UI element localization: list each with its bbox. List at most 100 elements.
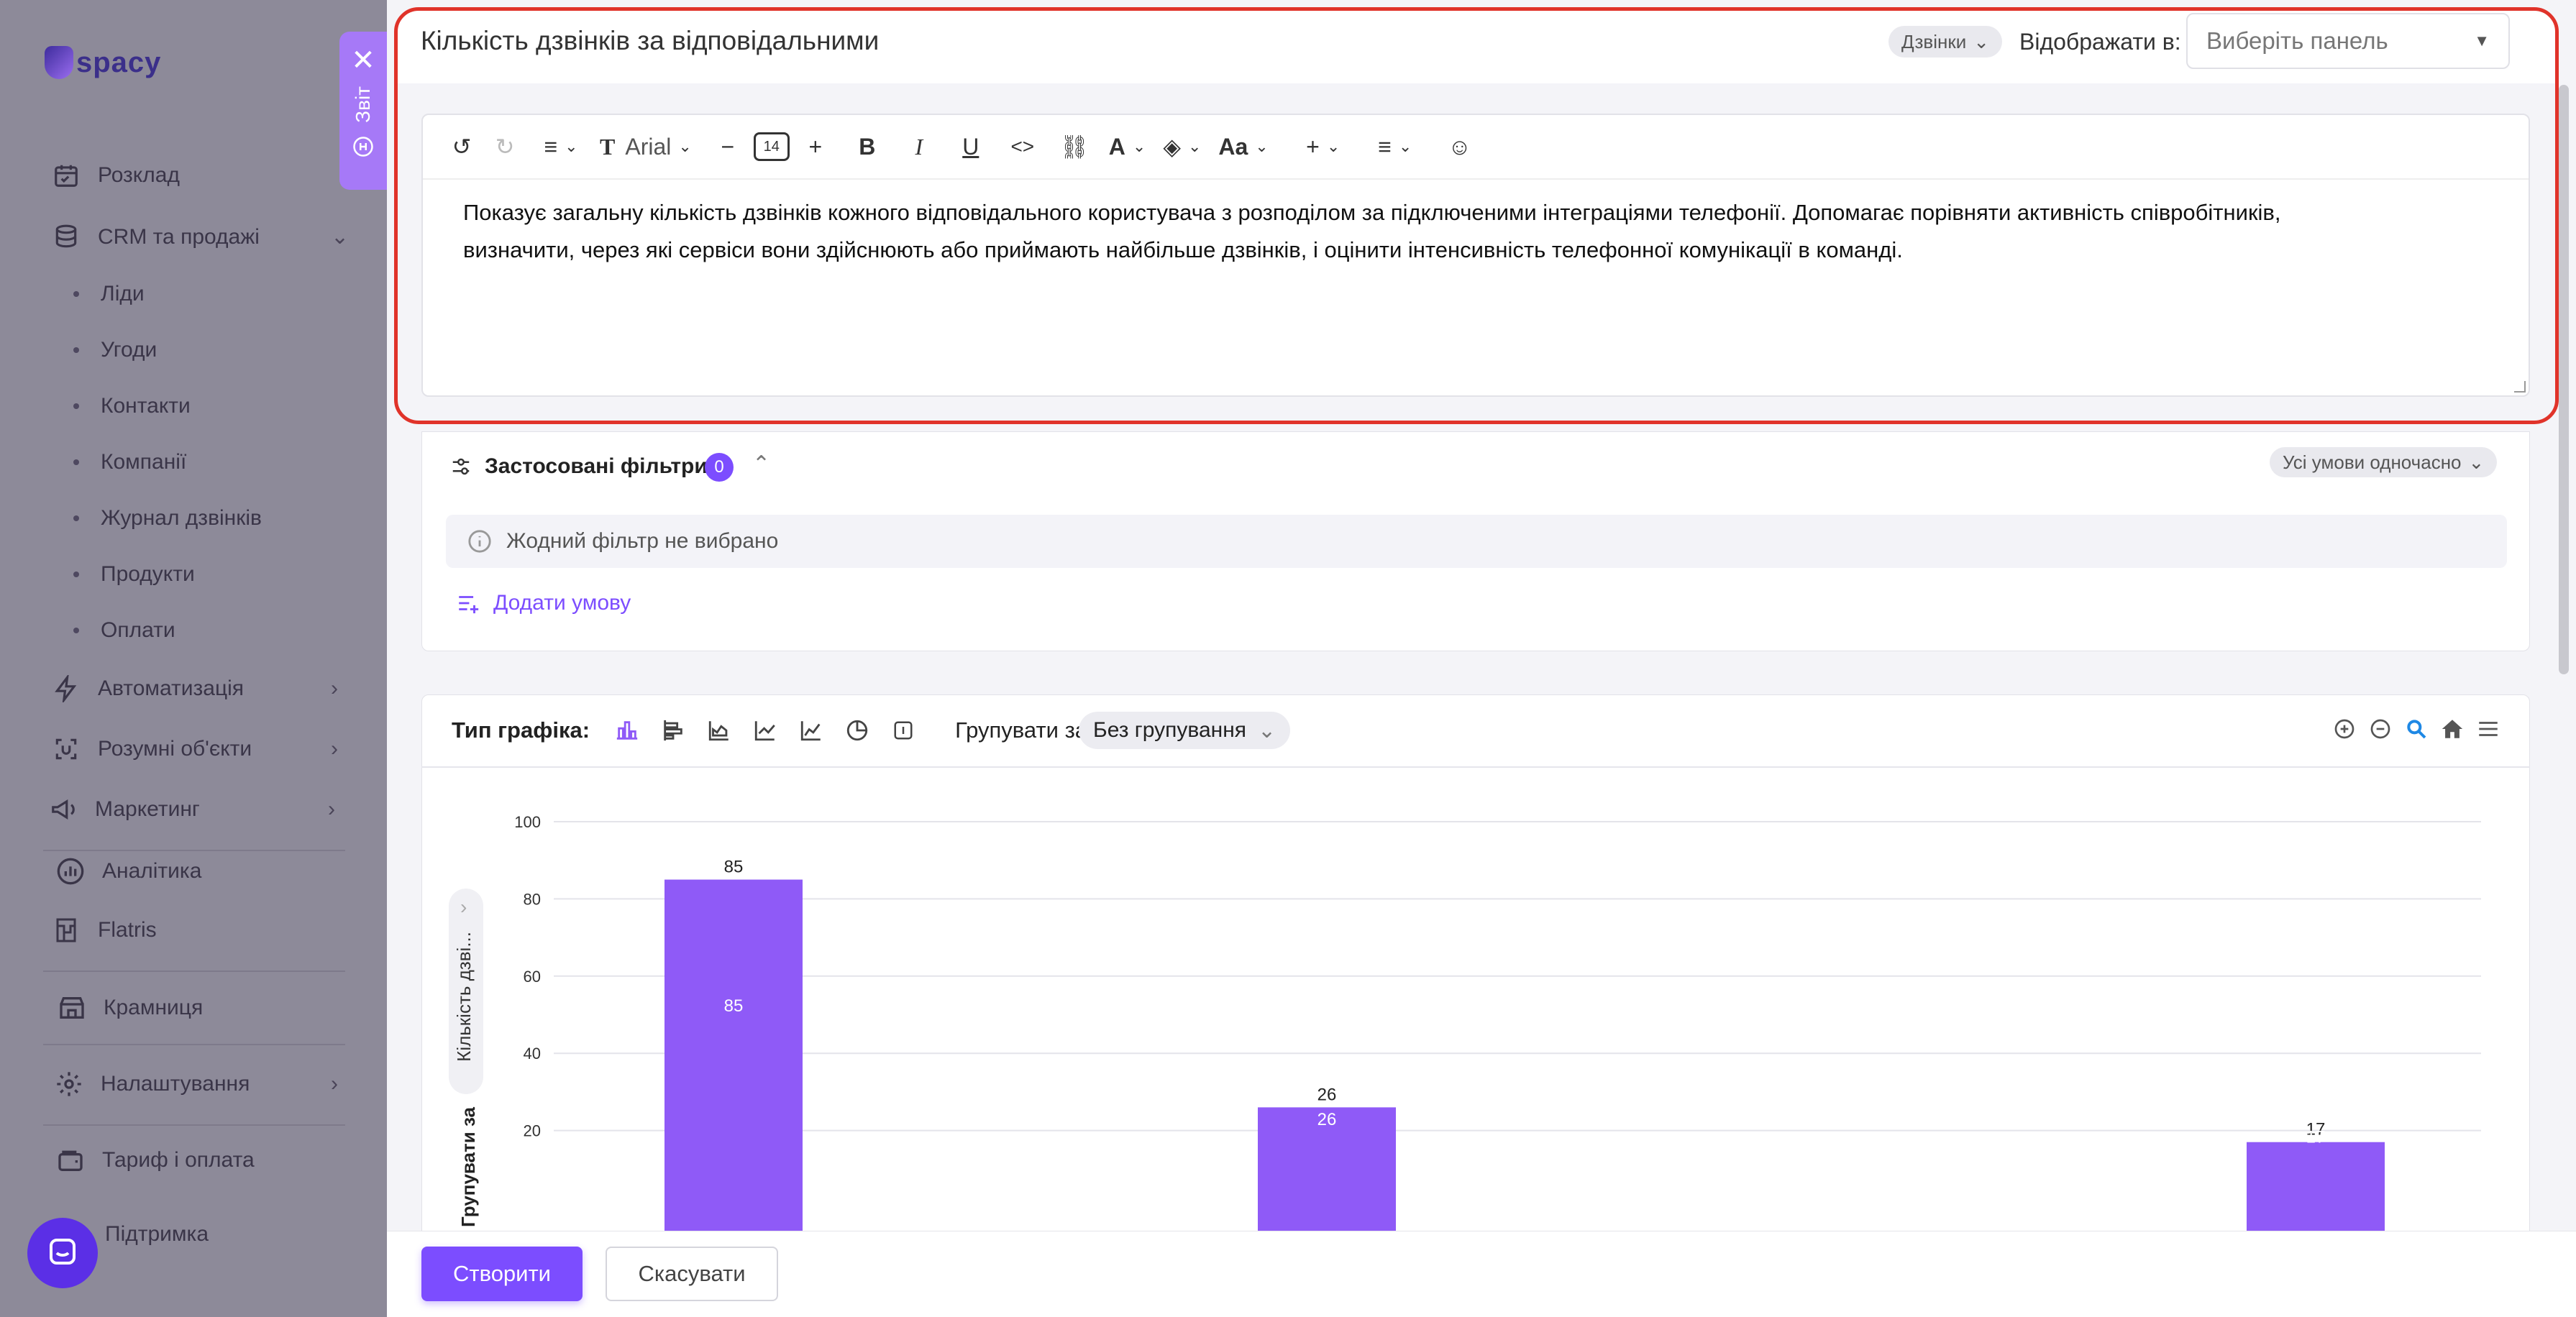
panel-select-value: Виберіть панель xyxy=(2206,27,2388,54)
group-by-select[interactable]: Без групування ⌄ xyxy=(1079,712,1291,749)
sidebar-item-label: Тариф і оплата xyxy=(102,1148,255,1172)
sidebar-item-marketing[interactable]: Маркетинг › xyxy=(47,794,335,825)
area-chart-icon[interactable] xyxy=(696,715,742,746)
bar-chart: 20406080100858526261717 xyxy=(514,813,2481,1231)
report-title[interactable]: Кількість дзвінків за відповідальними xyxy=(421,26,879,56)
font-dropdown[interactable]: T Arial ⌄ xyxy=(595,125,696,168)
chat-support-button[interactable] xyxy=(27,1218,98,1288)
zoom-out-icon[interactable] xyxy=(2366,715,2395,743)
sidebar-item-billing[interactable]: Тариф і оплата xyxy=(55,1144,255,1176)
italic-button[interactable]: I xyxy=(898,125,941,168)
resize-handle[interactable] xyxy=(2514,381,2526,393)
scrollbar[interactable] xyxy=(2559,85,2569,674)
sidebar-subitem-label: Журнал дзвінків xyxy=(101,506,262,530)
y-tick-label: 20 xyxy=(524,1122,541,1140)
highlight-color-dropdown[interactable]: ◈ ⌄ xyxy=(1159,125,1205,168)
block-format-dropdown[interactable]: ≡ ⌄ xyxy=(539,125,583,168)
y-tick-label: 80 xyxy=(524,890,541,908)
underline-button[interactable]: U xyxy=(949,125,992,168)
create-button[interactable]: Створити xyxy=(421,1247,583,1301)
text-case-dropdown[interactable]: Aa ⌄ xyxy=(1214,125,1272,168)
sidebar-subitem-payments[interactable]: Оплати xyxy=(73,618,175,643)
add-condition-button[interactable]: Додати умову xyxy=(456,591,631,615)
menu-icon[interactable] xyxy=(2474,715,2503,743)
analytics-icon xyxy=(55,855,86,887)
lightning-icon xyxy=(50,673,82,705)
magnifier-icon[interactable] xyxy=(2402,715,2431,743)
font-size-decrease-button[interactable]: − xyxy=(706,125,749,168)
chevron-down-icon: ⌄ xyxy=(1326,137,1340,155)
chevron-right-icon: › xyxy=(460,896,467,918)
insert-dropdown[interactable]: + ⌄ xyxy=(1302,125,1345,168)
line-chart-icon[interactable] xyxy=(742,715,788,746)
sidebar-item-flatris[interactable]: Flatris xyxy=(50,914,157,946)
sidebar-subitem-label: Контакти xyxy=(101,394,191,418)
sidebar: spacy Розклад CRM та продажі ⌄ Ліди Угод… xyxy=(0,0,387,1317)
y-axis-field-chip[interactable]: › Кількість дзві... xyxy=(449,889,483,1094)
bullet-icon xyxy=(73,628,79,633)
sidebar-item-settings[interactable]: Налаштування › xyxy=(53,1068,338,1100)
bullet-icon xyxy=(73,572,79,577)
trend-chart-icon[interactable] xyxy=(788,715,834,746)
bar-inner-label: 26 xyxy=(1317,1110,1337,1129)
no-filter-notice: Жодний фільтр не вибрано xyxy=(446,515,2507,568)
add-list-icon xyxy=(459,596,479,614)
y-tick-label: 100 xyxy=(514,813,541,831)
text-color-dropdown[interactable]: A ⌄ xyxy=(1105,125,1151,168)
logo-text: spacy xyxy=(76,46,162,78)
sidebar-item-smart-objects[interactable]: Розумні об'єкти › xyxy=(50,733,338,765)
sidebar-subitem-leads[interactable]: Ліди xyxy=(73,282,145,306)
font-size-increase-button[interactable]: + xyxy=(794,125,837,168)
close-icon[interactable]: ✕ xyxy=(351,46,375,75)
chevron-down-icon: ⌄ xyxy=(1255,137,1269,155)
pie-chart-icon[interactable] xyxy=(834,715,880,746)
filter-mode-select[interactable]: Усі умови одночасно ⌄ xyxy=(2270,447,2498,477)
editor-text-line: визначити, через які сервіси вони здійсн… xyxy=(463,237,1903,262)
horizontal-bar-chart-icon[interactable] xyxy=(650,715,696,746)
sidebar-subitem-deals[interactable]: Угоди xyxy=(73,338,157,362)
editor-content[interactable]: Показує загальну кількість дзвінків кожн… xyxy=(463,194,2477,269)
chevron-up-icon[interactable]: ⌃ xyxy=(752,451,770,477)
undo-icon[interactable]: ↺ xyxy=(440,125,483,168)
sidebar-subitem-call-log[interactable]: Журнал дзвінків xyxy=(73,506,262,531)
sidebar-item-analytics[interactable]: Аналітика xyxy=(55,855,201,887)
sidebar-subitem-products[interactable]: Продукти xyxy=(73,562,195,587)
number-card-icon[interactable] xyxy=(880,715,926,746)
y-tick-label: 40 xyxy=(524,1045,541,1063)
emoji-icon[interactable]: ☺ xyxy=(1438,125,1481,168)
chevron-down-icon: ⌄ xyxy=(1187,137,1202,155)
sidebar-item-crm[interactable]: CRM та продажі ⌄ xyxy=(50,221,349,253)
sidebar-item-label: Аналітика xyxy=(102,859,202,883)
group-by-value: Без групування xyxy=(1093,718,1247,742)
sidebar-divider xyxy=(43,1124,345,1126)
font-size-field[interactable]: 14 xyxy=(749,125,794,168)
zoom-in-icon[interactable] xyxy=(2330,715,2359,743)
chevron-down-icon: ⌄ xyxy=(331,225,350,249)
logo[interactable]: spacy xyxy=(45,46,161,79)
sidebar-item-store[interactable]: Крамниця xyxy=(56,992,203,1024)
home-icon[interactable] xyxy=(2438,715,2467,743)
code-icon[interactable]: <> xyxy=(1001,125,1044,168)
sidebar-item-schedule[interactable]: Розклад xyxy=(50,160,180,191)
report-side-tab[interactable]: ✕ Звіт xyxy=(339,32,387,190)
chart-type-bar: Тип графіка: Групувати за xyxy=(452,715,1087,746)
align-dropdown[interactable]: ≡ ⌄ xyxy=(1374,125,1417,168)
sidebar-divider xyxy=(43,850,345,851)
y-axis-field-label: Кількість дзві... xyxy=(453,932,475,1062)
link-icon[interactable]: ⛓ xyxy=(1053,125,1096,168)
bullet-icon xyxy=(73,403,79,409)
sidebar-subitem-contacts[interactable]: Контакти xyxy=(73,394,191,418)
panel-select[interactable]: Виберіть панель ▼ xyxy=(2186,13,2510,69)
description-editor[interactable]: ↺ ↻ ≡ ⌄ T Arial ⌄ − 14 + B I U <> ⛓ A ⌄ ◈ ⌄ A… xyxy=(421,114,2530,397)
bar-chart-icon[interactable] xyxy=(604,715,650,746)
sidebar-item-automation[interactable]: Автоматизація › xyxy=(50,673,338,705)
bullet-icon xyxy=(73,291,79,297)
cancel-button[interactable]: Скасувати xyxy=(606,1247,778,1301)
redo-icon[interactable]: ↻ xyxy=(483,125,526,168)
sidebar-subitem-companies[interactable]: Компанії xyxy=(73,450,186,474)
chevron-right-icon: › xyxy=(331,676,338,700)
bold-button[interactable]: B xyxy=(846,125,889,168)
chevron-down-icon: ⌄ xyxy=(565,137,578,155)
sidebar-item-label: Крамниця xyxy=(104,996,204,1019)
source-tag[interactable]: Дзвінки ⌄ xyxy=(1888,26,2003,58)
